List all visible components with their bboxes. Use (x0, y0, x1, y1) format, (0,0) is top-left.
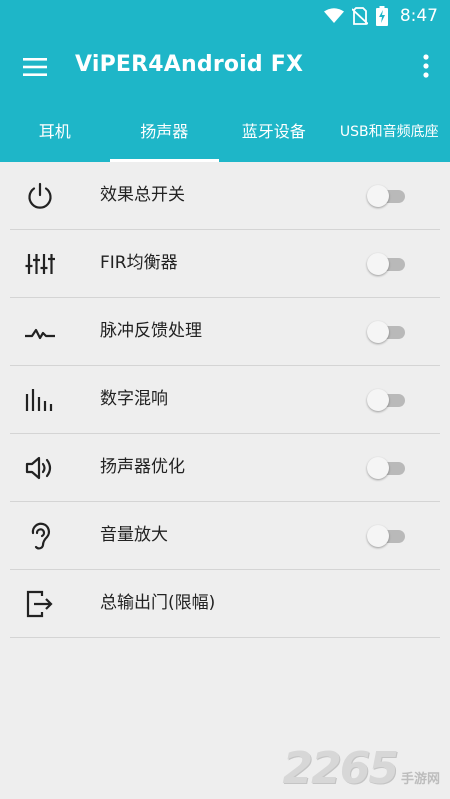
app-title: ViPER4Android FX (75, 52, 304, 77)
battery-charging-icon (375, 6, 388, 26)
settings-list: 效果总开关 FIR均衡器 脉冲反馈处理 数字混响 扬声器优化 音量放大 总输出门… (10, 162, 440, 638)
list-item-label: 扬声器优化 (100, 457, 185, 477)
tab-label: 耳机 (38, 122, 71, 141)
list-item-label: 效果总开关 (100, 185, 185, 205)
list-item-label: 数字混响 (100, 389, 168, 409)
tab-usb-dock[interactable]: USB和音频底座 (329, 102, 450, 162)
switch-thumb (367, 525, 389, 547)
status-bar: 8:47 (0, 0, 450, 32)
list-item-label: 总输出门(限幅) (100, 593, 216, 613)
list-item-digital-reverb[interactable]: 数字混响 (10, 366, 440, 434)
list-item-master-switch[interactable]: 效果总开关 (10, 162, 440, 230)
status-time: 8:47 (399, 6, 438, 26)
equalizer-sliders-icon (24, 248, 56, 280)
toggle-switch[interactable] (367, 389, 407, 411)
list-item-output-gate[interactable]: 总输出门(限幅) (10, 570, 440, 638)
no-sim-icon (351, 7, 368, 25)
list-item-fir-equalizer[interactable]: FIR均衡器 (10, 230, 440, 298)
list-item-volume-boost[interactable]: 音量放大 (10, 502, 440, 570)
power-icon (24, 180, 56, 212)
switch-thumb (367, 321, 389, 343)
ear-icon (24, 520, 56, 552)
watermark-logo: 2265 手游网 (283, 747, 440, 791)
tab-headphones[interactable]: 耳机 (0, 102, 110, 162)
switch-thumb (367, 389, 389, 411)
reverb-bars-icon (24, 384, 56, 416)
tab-bluetooth[interactable]: 蓝牙设备 (219, 102, 329, 162)
more-vert-icon[interactable] (420, 52, 432, 80)
toggle-switch[interactable] (367, 525, 407, 547)
pulse-icon (24, 316, 56, 348)
toggle-switch[interactable] (367, 185, 407, 207)
list-item-label: 脉冲反馈处理 (100, 321, 202, 341)
switch-thumb (367, 457, 389, 479)
toggle-switch[interactable] (367, 457, 407, 479)
switch-thumb (367, 185, 389, 207)
toggle-switch[interactable] (367, 321, 407, 343)
tab-label: 扬声器 (140, 122, 189, 141)
list-item-label: FIR均衡器 (100, 253, 178, 273)
watermark-text: 手游网 (400, 772, 440, 787)
tab-speaker[interactable]: 扬声器 (109, 102, 219, 162)
wifi-icon (323, 8, 344, 23)
hamburger-menu-icon[interactable] (22, 54, 48, 80)
watermark-number: 2265 (282, 743, 399, 794)
exit-icon (24, 588, 56, 620)
tab-label: 蓝牙设备 (241, 122, 306, 141)
switch-thumb (367, 253, 389, 275)
list-item-label: 音量放大 (100, 525, 168, 545)
list-item-pulse-processing[interactable]: 脉冲反馈处理 (10, 298, 440, 366)
tab-label: USB和音频底座 (339, 124, 439, 140)
list-item-speaker-optimization[interactable]: 扬声器优化 (10, 434, 440, 502)
toggle-switch[interactable] (367, 253, 407, 275)
app-bar: ViPER4Android FX (0, 32, 450, 102)
speaker-icon (24, 452, 56, 484)
tab-bar: 耳机 扬声器 蓝牙设备 USB和音频底座 (0, 102, 450, 162)
status-icons: 8:47 (323, 5, 438, 27)
